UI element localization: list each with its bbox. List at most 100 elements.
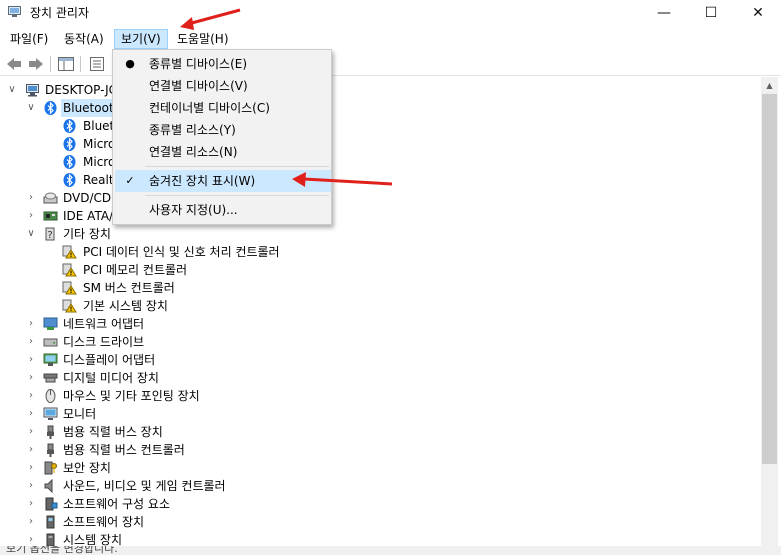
expand-chevron-icon[interactable]: › [26,351,36,369]
checkmark-icon: ✓ [125,174,135,187]
forward-button[interactable] [27,55,45,73]
system-device-icon [46,533,55,546]
security-device-icon [44,461,57,475]
tree-root-label: DESKTOP-JC [45,83,118,97]
tree-category[interactable]: › 디지털 미디어 장치 [0,369,400,387]
tree-device[interactable]: PCI 메모리 컨트롤러 [0,261,300,279]
tree-category[interactable]: › 범용 직렬 버스 장치 [0,423,400,441]
menu-item-label: 사용자 지정(U)... [149,203,238,217]
menu-file[interactable]: 파일(F) [3,29,55,49]
view-menu-item-resources-by-type[interactable]: 종류별 리소스(Y) [115,119,331,141]
menu-item-label: 컨테이너별 디바이스(C) [149,101,270,115]
network-adapter-icon [43,317,58,330]
unknown-device-icon: ? [45,227,55,241]
menu-separator [145,195,329,196]
tree-category-label: 소프트웨어 구성 요소 [63,497,170,511]
expand-chevron-icon[interactable]: › [26,369,36,387]
minimize-icon: — [657,5,671,21]
properties-icon [90,57,104,71]
computer-icon [26,84,39,97]
tree-category[interactable]: › 범용 직렬 버스 컨트롤러 [0,441,400,459]
expand-chevron-icon[interactable]: › [26,477,36,495]
tree-category[interactable]: › 소프트웨어 구성 요소 [0,495,400,513]
tree-category-label: IDE ATA/ [63,209,114,223]
minimize-button[interactable]: — [641,0,687,26]
menu-item-label: 연결별 리소스(N) [149,145,238,159]
expand-chevron-icon[interactable]: › [26,459,36,477]
vertical-scrollbar[interactable]: ▲ [761,77,778,546]
expand-chevron-icon[interactable]: › [26,189,36,207]
menu-action[interactable]: 동작(A) [57,29,111,49]
tree-device-label: PCI 데이터 인식 및 신호 처리 컨트롤러 [83,245,280,259]
collapse-chevron-icon[interactable]: ∨ [7,81,17,99]
tree-device[interactable]: SM 버스 컨트롤러 [0,279,300,297]
view-menu-item-devices-by-connection[interactable]: 연결별 디바이스(V) [115,75,331,97]
expand-chevron-icon[interactable]: › [26,405,36,423]
dvd-drive-icon [43,192,58,204]
tree-category[interactable]: › 디스크 드라이브 [0,333,400,351]
tree-category[interactable]: › 시스템 장치 [0,531,400,546]
tree-device[interactable]: 기본 시스템 장치 [0,297,300,315]
menu-bar: 파일(F) 동작(A) 보기(V) 도움말(H) [0,28,781,50]
expand-chevron-icon[interactable]: › [26,513,36,531]
tree-category[interactable]: › 네트워크 어댑터 [0,315,400,333]
disk-drive-icon [43,338,58,347]
svg-text:?: ? [47,230,52,241]
menu-item-label: 종류별 디바이스(E) [149,57,248,71]
close-icon: ✕ [752,5,764,21]
tree-category-label: 기타 장치 [63,227,111,241]
expand-chevron-icon[interactable]: › [26,387,36,405]
tree-category[interactable]: › 소프트웨어 장치 [0,513,400,531]
tree-category[interactable]: › 디스플레이 어댑터 [0,351,400,369]
view-menu-item-devices-by-type[interactable]: ● 종류별 디바이스(E) [115,53,331,75]
close-button[interactable]: ✕ [735,0,781,26]
collapse-chevron-icon[interactable]: ∨ [26,99,36,117]
scroll-up-button[interactable]: ▲ [761,77,778,94]
tree-category[interactable]: › 사운드, 비디오 및 게임 컨트롤러 [0,477,400,495]
warning-device-icon [62,245,77,259]
expand-chevron-icon[interactable]: › [26,315,36,333]
menu-item-label: 연결별 디바이스(V) [149,79,248,93]
tree-category-other-devices[interactable]: ∨ ? 기타 장치 [0,225,300,243]
tree-device[interactable]: PCI 데이터 인식 및 신호 처리 컨트롤러 [0,243,300,261]
maximize-button[interactable]: ☐ [688,0,734,26]
menu-view[interactable]: 보기(V) [114,29,168,49]
collapse-chevron-icon[interactable]: ∨ [26,225,36,243]
bluetooth-icon [44,101,57,115]
tree-category-label: 네트워크 어댑터 [63,317,145,331]
warning-device-icon [62,299,77,313]
status-text: 보기 옵션을 변경합니다. [6,546,118,555]
window-title: 장치 관리자 [30,6,90,20]
properties-button[interactable] [88,55,106,73]
warning-device-icon [62,263,77,277]
view-menu-item-resources-by-connection[interactable]: 연결별 리소스(N) [115,141,331,163]
view-menu-item-devices-by-container[interactable]: 컨테이너별 디바이스(C) [115,97,331,119]
expand-chevron-icon[interactable]: › [26,495,36,513]
tree-category[interactable]: › 마우스 및 기타 포인팅 장치 [0,387,400,405]
back-arrow-icon [7,58,21,70]
media-device-icon [43,373,58,383]
view-menu-item-show-hidden-devices[interactable]: ✓ 숨겨진 장치 표시(W) [115,170,331,192]
tree-category[interactable]: › 모니터 [0,405,400,423]
expand-chevron-icon[interactable]: › [26,441,36,459]
software-device-icon [46,515,55,529]
menu-help[interactable]: 도움말(H) [170,29,236,49]
view-menu-item-customize[interactable]: 사용자 지정(U)... [115,199,331,221]
back-button[interactable] [5,55,23,73]
software-component-icon [45,497,58,511]
expand-chevron-icon[interactable]: › [26,207,36,225]
expand-chevron-icon[interactable]: › [26,531,36,546]
expand-chevron-icon[interactable]: › [26,423,36,441]
tree-category-label: DVD/CD [63,191,112,205]
bluetooth-icon [63,173,76,187]
bluetooth-icon [63,137,76,151]
tree-category-label: 범용 직렬 버스 컨트롤러 [63,443,185,457]
expand-chevron-icon[interactable]: › [26,333,36,351]
ide-controller-icon [43,211,58,221]
scroll-thumb[interactable] [762,94,777,464]
tree-category-label: 모니터 [63,407,97,421]
tree-category[interactable]: › 보안 장치 [0,459,400,477]
show-hide-console-tree-button[interactable] [57,55,75,73]
tree-category-label: 디지털 미디어 장치 [63,371,159,385]
mouse-icon [45,389,56,403]
